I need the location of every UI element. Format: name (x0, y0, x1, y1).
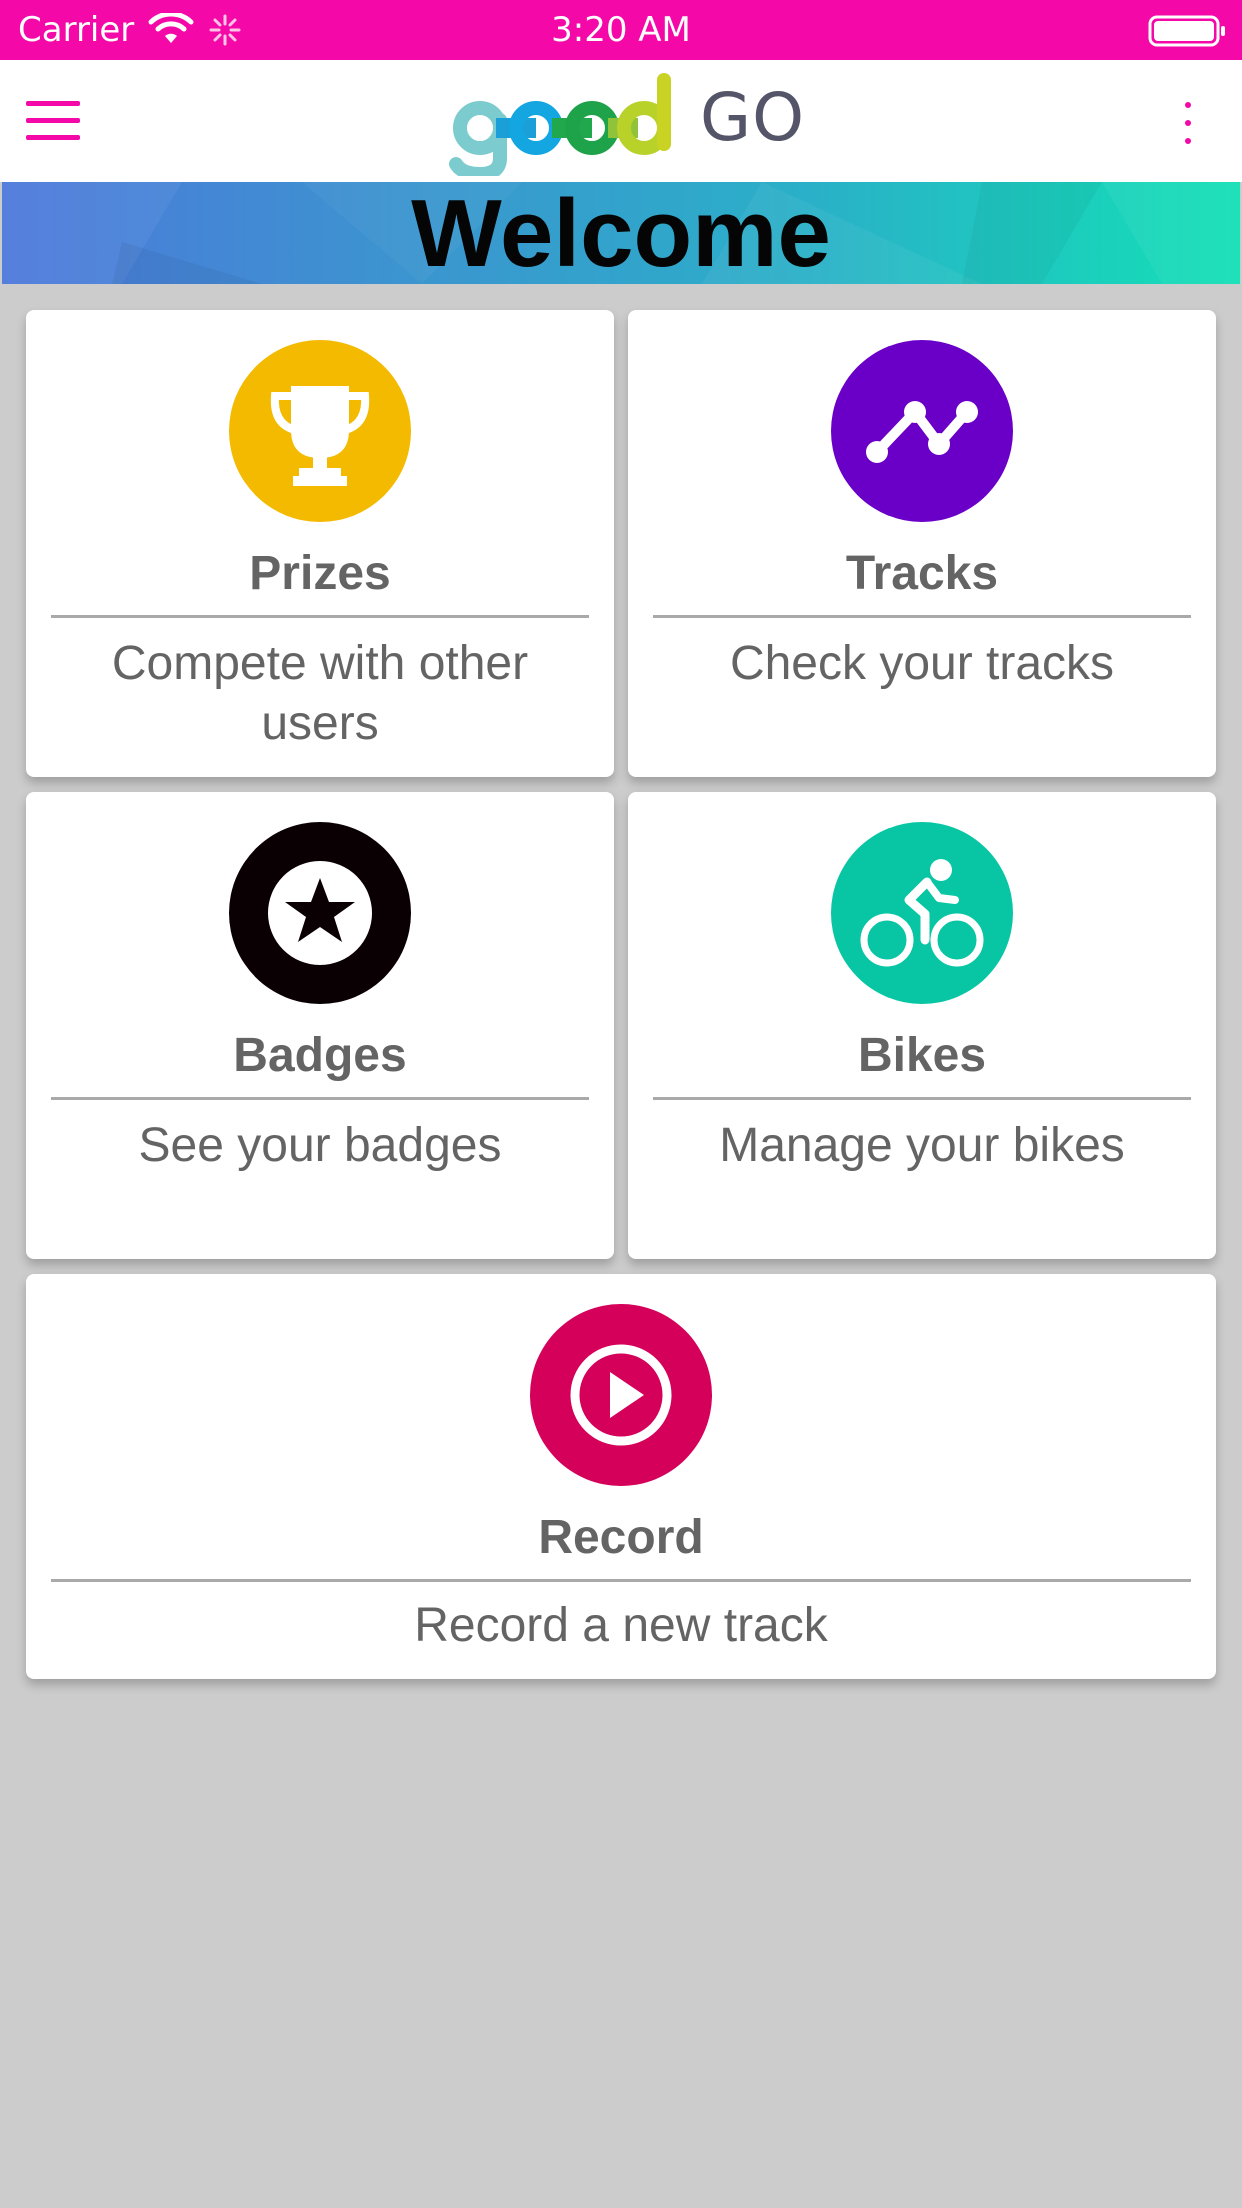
card-divider (653, 615, 1191, 618)
app-bar: GO (0, 60, 1242, 182)
logo-go-text: GO (700, 79, 806, 156)
prizes-card[interactable]: Prizes Compete with other users (26, 310, 614, 777)
badges-card[interactable]: Badges See your badges (26, 792, 614, 1259)
tracks-card[interactable]: Tracks Check your tracks (628, 310, 1216, 777)
track-line-icon (831, 340, 1013, 522)
bikes-description: Manage your bikes (719, 1119, 1125, 1172)
record-title: Record (538, 1511, 704, 1564)
welcome-title: Welcome (411, 182, 831, 284)
trophy-icon (229, 340, 411, 522)
status-bar: Carrier 3:20 AM (0, 0, 1242, 60)
card-divider (51, 615, 589, 618)
prizes-title: Prizes (249, 547, 391, 600)
tracks-description: Check your tracks (729, 637, 1115, 690)
bikes-card[interactable]: Bikes Manage your bikes (628, 792, 1216, 1259)
play-circle-icon (530, 1304, 712, 1486)
app-root: Carrier 3:20 AM GO Welcome Prizes Compet… (0, 0, 1242, 2208)
star-badge-icon (229, 822, 411, 1004)
card-divider (653, 1097, 1191, 1100)
record-description: Record a new track (414, 1599, 828, 1652)
hamburger-menu-icon[interactable] (26, 96, 82, 146)
record-card[interactable]: Record Record a new track (26, 1274, 1216, 1679)
card-divider (51, 1097, 589, 1100)
clock-time: 3:20 AM (551, 10, 691, 50)
bikes-title: Bikes (857, 1029, 987, 1082)
tracks-title: Tracks (845, 547, 999, 600)
card-divider (51, 1579, 1191, 1582)
prizes-description: Compete with other users (111, 637, 529, 750)
badges-title: Badges (233, 1029, 407, 1082)
more-vertical-icon[interactable] (1176, 98, 1200, 148)
welcome-banner: Welcome (2, 182, 1240, 284)
cyclist-icon (831, 822, 1013, 1004)
badges-description: See your badges (138, 1119, 502, 1172)
battery-icon (1148, 15, 1225, 47)
